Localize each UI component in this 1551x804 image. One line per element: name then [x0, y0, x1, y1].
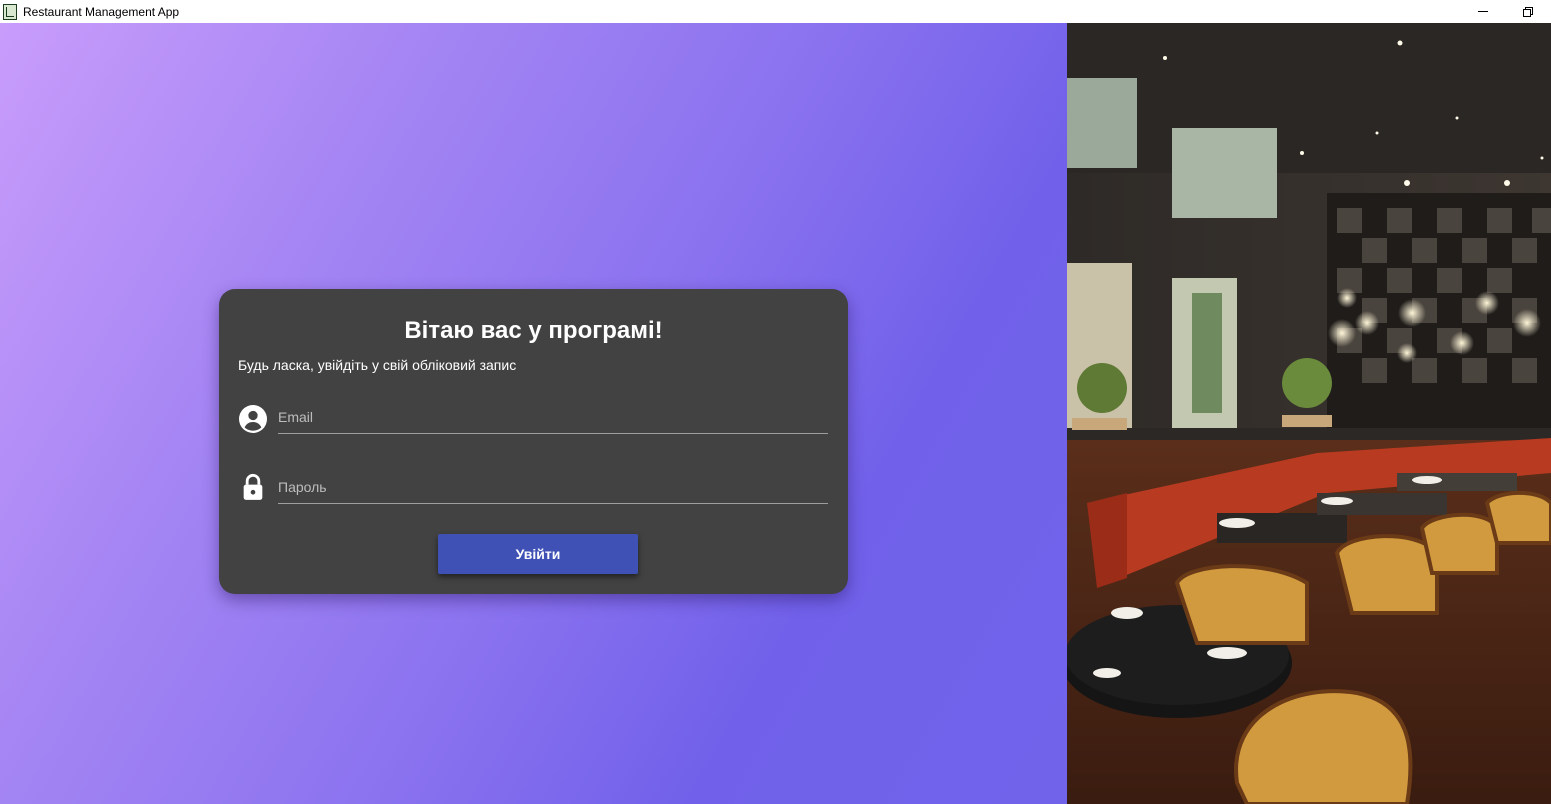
minimize-icon [1478, 11, 1488, 12]
restaurant-photo [1067, 23, 1551, 804]
account-circle-icon [239, 405, 267, 433]
login-title: Вітаю вас у програмі! [404, 317, 663, 344]
login-button[interactable]: Увійти [438, 534, 638, 574]
gradient-background: Вітаю вас у програмі! Будь ласка, увійді… [0, 23, 1067, 804]
window-title: Restaurant Management App [23, 4, 180, 19]
lock-icon [243, 473, 263, 500]
email-field-row [239, 401, 829, 437]
restaurant-interior-image [1067, 23, 1551, 804]
email-field[interactable] [278, 401, 828, 434]
password-field[interactable] [278, 471, 828, 504]
login-subtitle: Будь ласка, увійдіть у свій обліковий за… [238, 357, 517, 373]
minimize-button[interactable] [1460, 0, 1506, 23]
app-icon [3, 3, 17, 20]
app-window: Restaurant Management App Вітаю вас у пр… [0, 0, 1551, 804]
password-field-row [239, 471, 829, 507]
restore-button[interactable] [1505, 0, 1551, 23]
restore-icon [1523, 6, 1533, 17]
login-card: Вітаю вас у програмі! Будь ласка, увійді… [219, 289, 848, 594]
title-bar: Restaurant Management App [0, 0, 1551, 23]
